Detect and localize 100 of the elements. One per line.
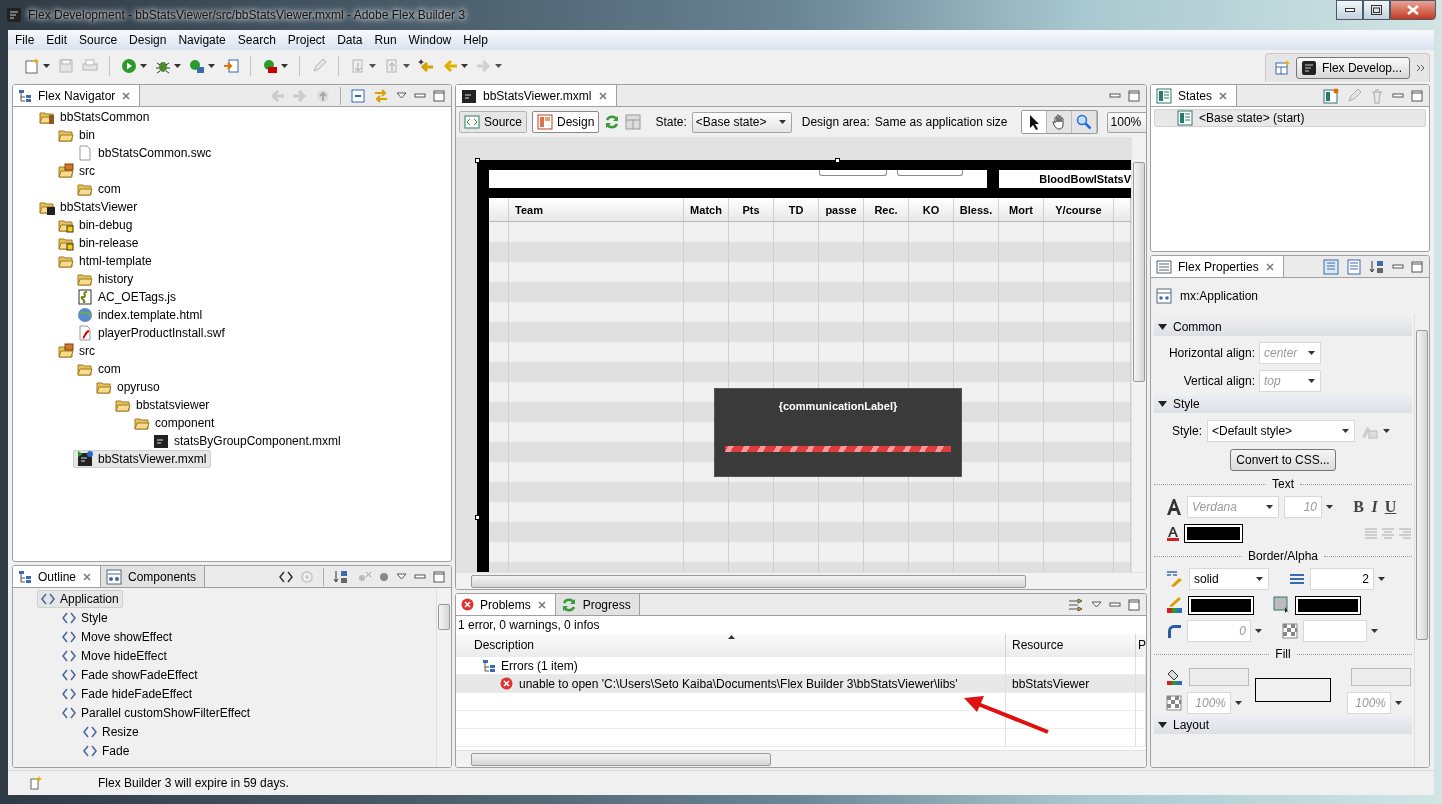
dot-icon[interactable] — [379, 571, 389, 582]
sort-icon[interactable] — [1369, 258, 1385, 275]
tree-item[interactable]: Errors (1 item) — [482, 658, 578, 673]
caret-icon[interactable] — [1383, 429, 1390, 433]
scrollbar[interactable] — [436, 588, 451, 767]
more-icon[interactable] — [1416, 64, 1425, 72]
tab[interactable]: Outline — [13, 566, 102, 587]
caret-icon[interactable] — [461, 64, 468, 68]
caret-icon[interactable] — [495, 64, 502, 68]
caret-icon[interactable] — [281, 64, 288, 68]
column-header[interactable]: Rec. — [864, 198, 909, 221]
state-item[interactable]: <Base state> (start) — [1154, 109, 1426, 127]
perspective-button[interactable]: Flex Develop... — [1295, 57, 1410, 79]
close-icon[interactable] — [1218, 90, 1229, 101]
tab[interactable]: Flex Navigator — [13, 85, 141, 106]
caret-icon[interactable] — [208, 64, 215, 68]
caret-icon[interactable] — [1255, 629, 1262, 633]
caret-icon[interactable] — [1266, 505, 1273, 509]
maximize-icon[interactable] — [433, 89, 445, 102]
tree-item[interactable]: bin — [54, 126, 99, 144]
caret-icon[interactable] — [174, 64, 181, 68]
close-icon[interactable] — [597, 90, 608, 101]
color-field[interactable] — [1189, 668, 1249, 686]
caret-icon[interactable] — [1342, 429, 1349, 433]
column-header[interactable]: Bless. — [954, 198, 999, 221]
tree-item[interactable]: Fade hideFadeEffect — [58, 684, 197, 703]
tab[interactable]: States — [1151, 85, 1238, 106]
tab[interactable]: Flex Properties — [1151, 256, 1284, 277]
caret-icon[interactable] — [1395, 701, 1402, 705]
open-perspective-icon[interactable] — [1273, 60, 1290, 76]
tree-item[interactable]: bbStatsViewer — [35, 198, 142, 216]
code-toggle-icon[interactable] — [279, 570, 293, 583]
menu-item[interactable]: Project — [281, 31, 332, 49]
tab[interactable]: Progress — [555, 594, 640, 615]
number-field[interactable] — [1303, 620, 1367, 642]
number-field[interactable]: 100% — [1347, 692, 1391, 714]
external-tools-icon[interactable] — [262, 58, 278, 74]
list-view-icon[interactable] — [1346, 258, 1362, 275]
profile-icon[interactable] — [189, 58, 205, 74]
hand-tool[interactable] — [1046, 111, 1072, 133]
caret-icon[interactable] — [403, 64, 410, 68]
tree-item[interactable]: bin-release — [54, 234, 143, 252]
menu-item[interactable]: Window — [402, 31, 458, 49]
menu-item[interactable]: Design — [123, 31, 173, 49]
format-button[interactable]: I — [1368, 498, 1381, 516]
menu-item[interactable]: Source — [73, 31, 124, 49]
resize-handle[interactable] — [475, 158, 480, 163]
tree-item[interactable]: com — [73, 360, 125, 378]
scrollbar[interactable] — [456, 572, 1146, 589]
caret-icon[interactable] — [1308, 379, 1315, 383]
column-header[interactable]: TD — [774, 198, 819, 221]
number-field[interactable]: 2 — [1310, 568, 1374, 590]
tree-item[interactable]: index.template.html — [73, 306, 207, 324]
caret-icon[interactable] — [43, 64, 50, 68]
view-menu-icon[interactable] — [396, 573, 407, 580]
export-icon[interactable] — [223, 58, 239, 74]
tree-item[interactable]: Resize — [79, 722, 143, 741]
column-header[interactable]: Resource — [1006, 634, 1136, 657]
tab[interactable]: Components — [101, 566, 206, 587]
column-header[interactable]: P — [1136, 634, 1146, 657]
tree-item[interactable]: AC_OETags.js — [73, 288, 181, 306]
tree-item[interactable]: Parallel customShowFilterEffect — [58, 703, 255, 722]
view-menu-icon[interactable] — [1091, 601, 1102, 608]
problem-row[interactable]: unable to open 'C:\Users\Seto Kaiba\Documents\Flex Builder 3\bbStatsViewer\libs' bbStatsViewer — [456, 675, 1146, 693]
column-header[interactable]: Pts — [729, 198, 774, 221]
tree-item[interactable]: Move showEffect — [58, 627, 177, 646]
menu-item[interactable]: Run — [368, 31, 403, 49]
column-header[interactable]: Match — [684, 198, 729, 221]
column-header[interactable]: Team — [509, 198, 684, 221]
menu-item[interactable]: Data — [331, 31, 369, 49]
resize-handle[interactable] — [835, 158, 840, 163]
column-header[interactable]: Description — [456, 634, 1006, 657]
color-field[interactable] — [1351, 668, 1411, 686]
maximize-button[interactable] — [1363, 0, 1390, 20]
minimize-icon[interactable] — [1344, 8, 1355, 12]
mode-button[interactable]: Design — [532, 111, 600, 133]
tree-item[interactable]: playerProductInstall.swf — [73, 324, 229, 342]
color-swatch[interactable] — [1189, 596, 1253, 614]
caret-icon[interactable] — [1235, 701, 1242, 705]
pointer-tool[interactable] — [1021, 111, 1047, 133]
tree-item[interactable]: html-template — [54, 252, 156, 270]
caret-icon[interactable] — [140, 64, 147, 68]
maximize-icon[interactable] — [433, 570, 445, 583]
number-field[interactable]: 0 — [1187, 620, 1251, 642]
tree-item[interactable]: src — [54, 342, 99, 360]
color-swatch[interactable] — [1296, 596, 1360, 614]
tree-item[interactable]: Style — [58, 608, 112, 627]
tree-item[interactable]: bbStatsCommon — [35, 108, 154, 126]
tree-item[interactable]: Fade showFadeEffect — [58, 665, 202, 684]
dropdown[interactable]: center — [1259, 342, 1321, 364]
new-state-icon[interactable] — [1323, 87, 1339, 104]
tab[interactable]: bbStatsViewer.mxml — [456, 85, 617, 106]
collapse-all-icon[interactable] — [350, 87, 366, 104]
tree-item[interactable]: Move hideEffect — [58, 646, 171, 665]
caret-icon[interactable] — [1378, 577, 1385, 581]
caret-icon[interactable] — [369, 64, 376, 68]
tree-item[interactable]: Application — [37, 589, 123, 608]
tree-item[interactable]: history — [73, 270, 138, 288]
maximize-icon[interactable] — [1128, 598, 1140, 611]
menu-item[interactable]: Search — [231, 31, 282, 49]
